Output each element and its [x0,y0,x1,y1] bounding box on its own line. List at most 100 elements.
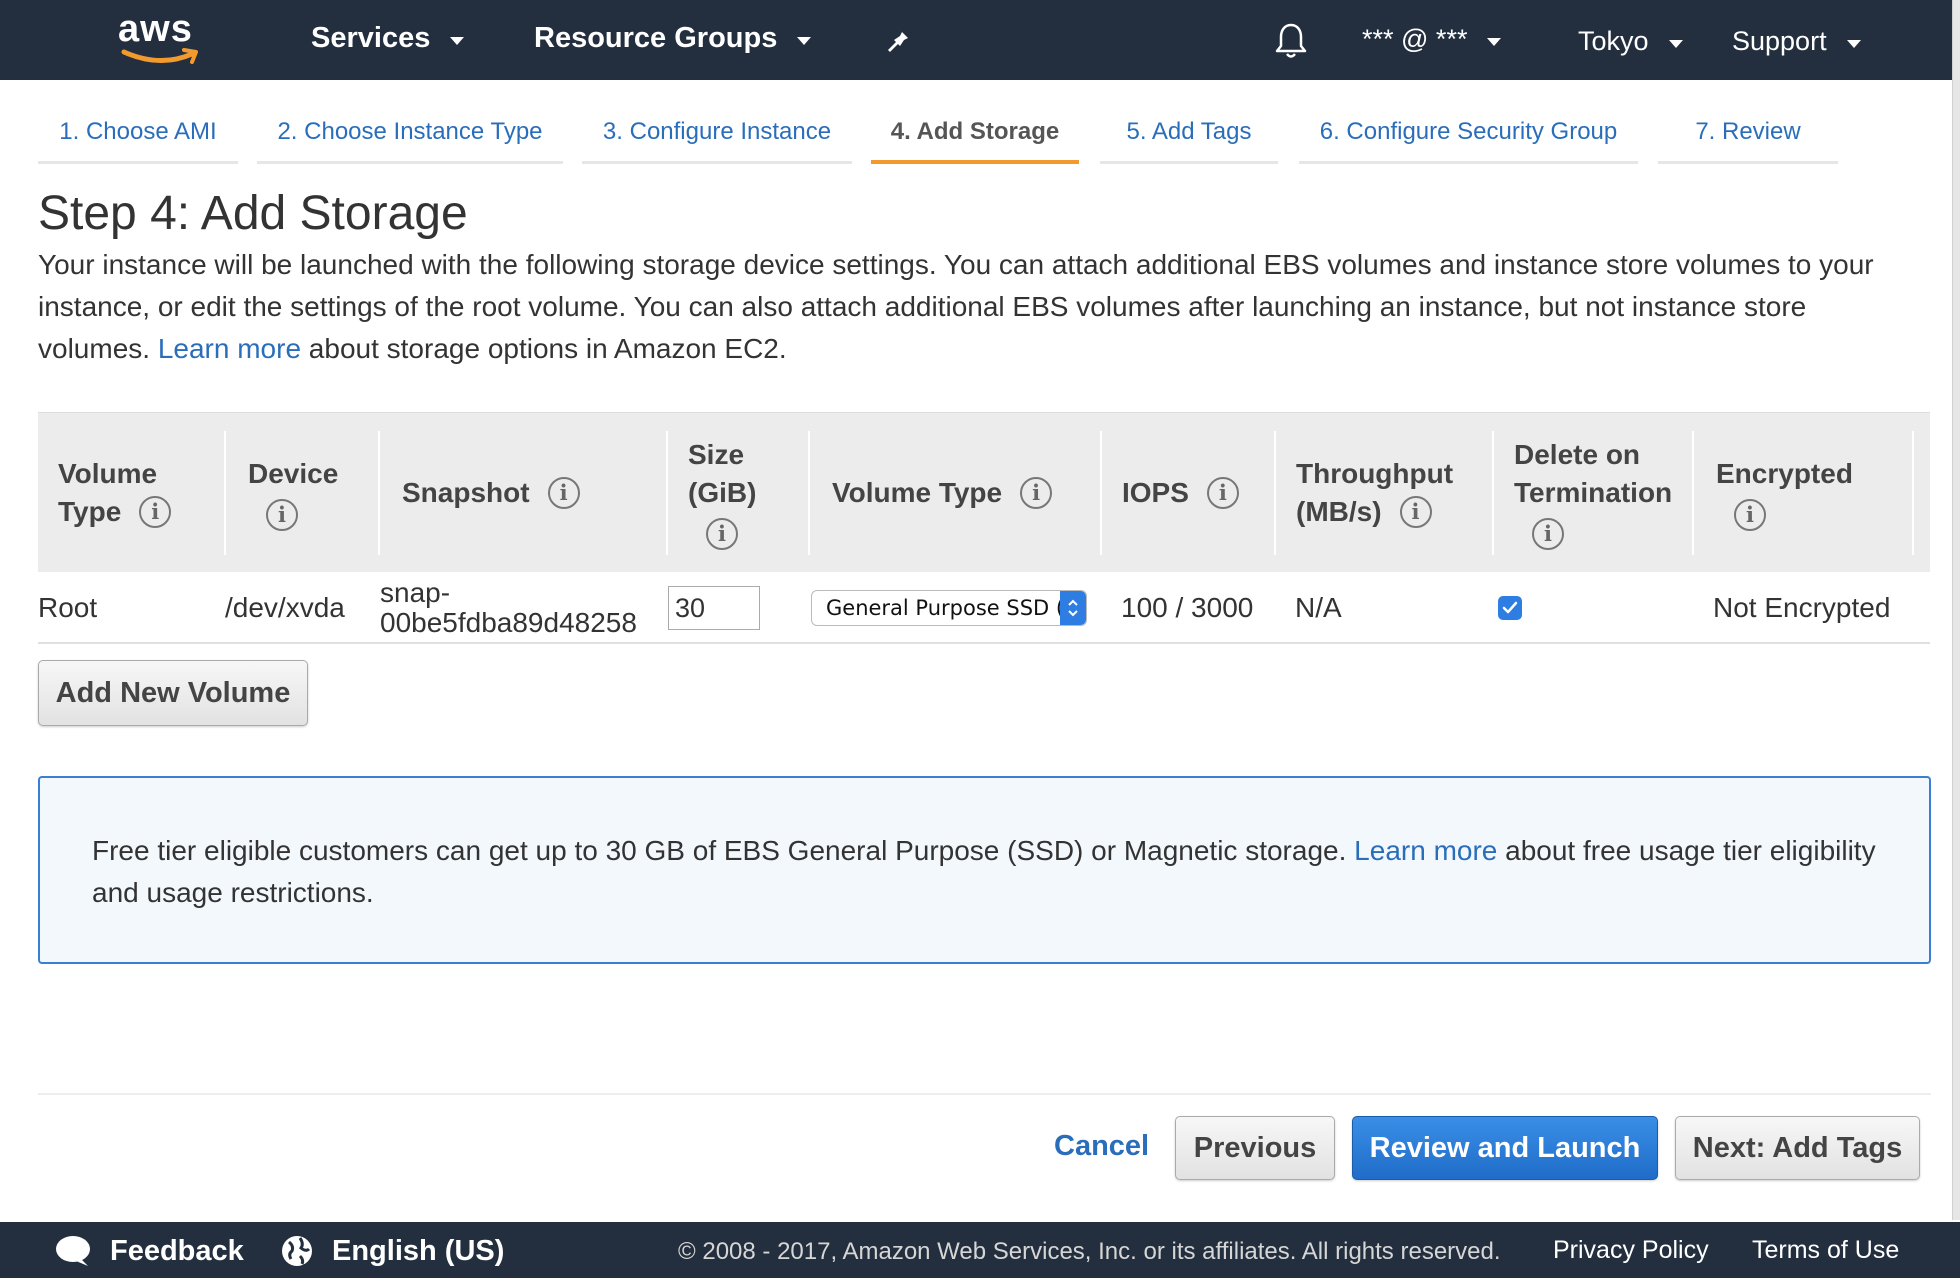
language-selector[interactable]: English (US) [280,1234,504,1268]
cell-device: /dev/xvda [225,592,345,623]
support-menu[interactable]: Support [1732,26,1861,57]
chevron-down-icon [1668,39,1683,48]
feedback-label: Feedback [110,1234,244,1267]
header-delete-on-termination: Delete on Termination i [1514,413,1672,573]
header-snapshot-label: Snapshot [402,477,530,508]
info-icon[interactable]: i [266,499,298,531]
info-icon[interactable]: i [139,496,172,528]
volume-type-selected-value: General Purpose SSD (GP2) [826,596,1087,620]
header-volume-type-line1: Volume [58,458,158,489]
cell-encrypted: Not Encrypted [1713,592,1891,623]
info-icon[interactable]: i [1020,477,1053,509]
header-delete-line2: Termination [1514,477,1673,508]
copyright-text: © 2008 - 2017, Amazon Web Services, Inc.… [678,1238,1501,1265]
header-volume-type-line2: Type [58,496,122,527]
account-label: *** @ *** [1362,24,1468,54]
learn-more-free-tier-link[interactable]: Learn more [1354,835,1497,866]
header-device-label: Device [248,458,339,489]
cell-volume-type: Root [38,592,98,623]
header-size-line2: (GiB) [688,477,757,508]
add-new-volume-button[interactable]: Add New Volume [38,660,308,726]
aws-smile-icon [121,48,198,64]
aws-logo-text: aws [118,8,193,50]
column-divider [1912,431,1914,555]
region-menu[interactable]: Tokyo [1578,26,1683,57]
column-divider [1100,431,1102,555]
header-encrypted-label: Encrypted [1716,458,1853,489]
info-icon[interactable]: i [547,477,580,509]
column-divider [1692,431,1694,555]
delete-on-termination-checkbox[interactable] [1498,596,1522,620]
tab-review[interactable]: 7. Review [1658,100,1838,164]
globe-icon [282,1236,312,1266]
learn-more-storage-link[interactable]: Learn more [158,333,301,364]
services-menu[interactable]: Services [311,22,465,55]
header-delete-line1: Delete on [1514,439,1641,470]
table-row: Root /dev/xvda snap- 00be5fdba89d48258 G… [38,572,1930,644]
cell-iops: 100 / 3000 [1121,592,1254,623]
header-device: Device i [248,413,338,573]
feedback-button[interactable]: Feedback [54,1234,244,1268]
privacy-policy-link[interactable]: Privacy Policy [1553,1236,1709,1265]
notifications-bell-icon[interactable] [1274,22,1308,60]
aws-logo[interactable]: aws [118,8,208,68]
region-label: Tokyo [1578,26,1649,56]
header-throughput: Throughput (MB/s) i [1296,413,1453,573]
cell-volume-type-select: General Purpose SSD (GP2) [811,572,1087,644]
cell-snapshot-line1: snap- [380,577,451,608]
next-add-tags-button[interactable]: Next: Add Tags [1675,1116,1920,1180]
chevron-down-icon [1487,37,1502,46]
info-icon[interactable]: i [1206,477,1239,509]
column-divider [378,431,380,555]
chevron-down-icon [450,36,465,45]
intro-text-tail: about storage options in Amazon EC2. [308,333,787,364]
header-throughput-line1: Throughput [1296,458,1454,489]
header-encrypted: Encrypted i [1716,413,1853,573]
vertical-scrollbar[interactable] [1952,0,1960,1220]
tab-configure-security-group[interactable]: 6. Configure Security Group [1299,100,1638,164]
checkmark-icon [1502,601,1518,614]
intro-text: Your instance will be launched with the … [38,244,1918,370]
size-input[interactable] [668,586,760,630]
top-navigation-bar: aws Services Resource Groups *** @ *** T… [0,0,1960,80]
services-label: Services [311,22,431,54]
resource-groups-label: Resource Groups [534,22,778,54]
column-divider [224,431,226,555]
cell-delete-on-termination [1498,572,1522,644]
select-arrows-icon [1060,591,1086,625]
tab-add-storage[interactable]: 4. Add Storage [871,100,1079,164]
tab-configure-instance[interactable]: 3. Configure Instance [582,100,852,164]
previous-button[interactable]: Previous [1175,1116,1335,1180]
tab-choose-ami[interactable]: 1. Choose AMI [38,100,238,164]
free-tier-info-box: Free tier eligible customers can get up … [38,776,1931,964]
pin-icon[interactable] [886,24,914,54]
tab-choose-instance-type[interactable]: 2. Choose Instance Type [257,100,563,164]
header-size-line1: Size [688,439,745,470]
header-volume-type: Volume Type i [58,413,172,573]
language-label: English (US) [332,1234,505,1267]
resource-groups-menu[interactable]: Resource Groups [534,22,812,55]
volume-type-select[interactable]: General Purpose SSD (GP2) [811,590,1087,626]
info-icon[interactable]: i [1734,499,1766,531]
chevron-down-icon [797,36,812,45]
review-and-launch-button[interactable]: Review and Launch [1352,1116,1658,1180]
column-divider [1492,431,1494,555]
column-divider [808,431,810,555]
header-iops-label: IOPS [1122,477,1189,508]
column-divider [666,431,668,555]
cell-throughput: N/A [1295,592,1342,623]
cancel-link[interactable]: Cancel [1054,1130,1149,1163]
info-icon[interactable]: i [1532,518,1564,550]
tab-add-tags[interactable]: 5. Add Tags [1100,100,1278,164]
header-snapshot: Snapshot i [402,413,580,573]
speech-bubble-icon [56,1236,90,1266]
terms-of-use-link[interactable]: Terms of Use [1752,1236,1899,1265]
header-volume-type-col: Volume Type i [832,413,1053,573]
header-size: Size (GiB) i [688,413,756,573]
account-menu[interactable]: *** @ *** [1362,24,1502,55]
info-icon[interactable]: i [1399,496,1432,528]
free-tier-text: Free tier eligible customers can get up … [92,835,1347,866]
header-iops: IOPS i [1122,413,1239,573]
info-icon[interactable]: i [706,518,738,550]
header-throughput-line2: (MB/s) [1296,496,1382,527]
